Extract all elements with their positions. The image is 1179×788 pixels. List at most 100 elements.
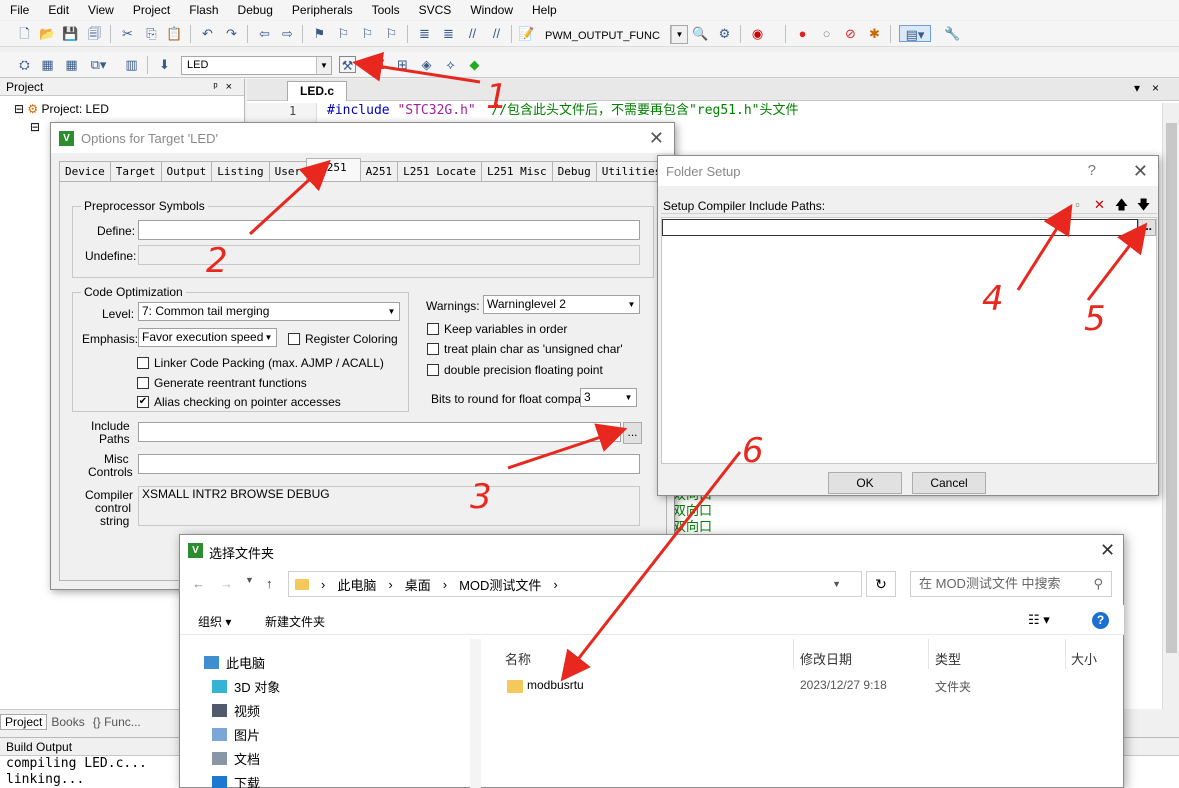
menu-flash[interactable]: Flash [179,0,227,20]
tab-a251[interactable]: A251 [359,161,399,181]
double-precision-checkbox[interactable]: double precision floating point [427,363,603,377]
find-icon[interactable]: 🔍 [692,25,709,42]
nav-item-videos[interactable]: 视频 [212,701,260,720]
column-divider[interactable] [928,639,929,669]
nav-item-downloads[interactable]: 下载 [212,773,260,788]
breadcrumb-this-pc[interactable]: 此电脑 [337,575,376,594]
misc-controls-input[interactable] [138,454,640,474]
breakpoint-icon[interactable]: ● [794,25,811,42]
menu-debug[interactable]: Debug [228,0,282,20]
tab-books[interactable]: Books [47,715,88,729]
bookmark-icon[interactable]: ⚑ [311,25,328,42]
editor-tab-led-c[interactable]: LED.c [287,81,348,101]
tab-l251-misc[interactable]: L251 Misc [480,161,553,181]
target-select[interactable]: LED ▼ [181,56,332,75]
breadcrumb-desktop[interactable]: 桌面 [405,575,431,594]
configure-icon[interactable]: 🔧 [944,25,961,42]
translate-icon[interactable]: ⛭ [16,56,33,73]
close-icon[interactable]: ✕ [649,128,664,149]
search-input[interactable]: 在 MOD测试文件 中搜索 ⚲ [910,571,1112,597]
nav-item-documents[interactable]: 文档 [212,749,260,768]
column-name[interactable]: 名称 [505,649,531,668]
column-type[interactable]: 类型 [935,649,961,668]
check-icon[interactable]: ✔ [137,396,149,408]
bookmark-clear-icon[interactable]: ⚐ [383,25,400,42]
scroll-thumb[interactable] [1166,123,1177,653]
include-paths-browse-button[interactable]: ... [623,422,642,444]
tab-functions[interactable]: {} Func... [89,715,145,729]
close-icon[interactable]: ✕ [1133,161,1148,182]
undo-icon[interactable]: ↶ [199,25,216,42]
nav-forward-icon[interactable]: ⇨ [279,25,296,42]
copy-icon[interactable]: ⎘ [143,25,160,42]
menu-view[interactable]: View [78,0,123,20]
pane-controls[interactable]: ᵖ× [213,79,240,96]
nav-item-3d-objects[interactable]: 3D 对象 [212,677,280,696]
breakpoint-disable-icon[interactable]: ○ [818,25,835,42]
new-folder-icon[interactable]: ▫ [1069,196,1086,213]
close-icon[interactable]: ✕ [1100,540,1115,561]
checkbox-box[interactable] [137,357,149,369]
include-path-edit-field[interactable] [662,219,1138,236]
emphasis-select[interactable]: Favor execution speed ▼ [138,328,277,347]
menu-project[interactable]: Project [123,0,179,20]
unindent-icon[interactable]: ≣ [440,25,457,42]
checkbox-box[interactable] [137,377,149,389]
tab-debug[interactable]: Debug [551,161,597,181]
menu-file[interactable]: File [0,0,38,20]
menu-edit[interactable]: Edit [38,0,78,20]
find-combo-dropdown[interactable]: ▼ [670,25,688,44]
move-down-icon[interactable]: 🡇 [1135,196,1152,213]
menu-tools[interactable]: Tools [362,0,409,20]
column-divider[interactable] [1065,639,1066,669]
editor-tab-controls[interactable]: ▾× [1134,81,1171,95]
code-line-1[interactable]: #include "STC32G.h" //包含此头文件后，不需要再包含"reg… [327,103,798,119]
move-up-icon[interactable]: 🡅 [1113,196,1130,213]
manage-components-icon[interactable]: ♜ [372,56,389,73]
column-date[interactable]: 修改日期 [800,649,852,668]
new-folder-button[interactable]: 新建文件夹 [265,613,325,630]
tab-user[interactable]: User [268,161,308,181]
nav-scrollbar[interactable] [470,639,481,788]
file-row-modbusrtu[interactable]: modbusrtu 2023/12/27 9:18 文件夹 [505,677,1105,697]
debug-start-icon[interactable]: ◉ [749,25,766,42]
menu-peripherals[interactable]: Peripherals [282,0,362,20]
cancel-button[interactable]: Cancel [912,472,986,494]
forward-icon[interactable]: → [220,576,233,591]
select-packs-icon[interactable]: ◈ [418,56,435,73]
chevron-down-icon[interactable]: ▼ [832,579,841,589]
tab-l251-locate[interactable]: L251 Locate [397,161,482,181]
tab-target[interactable]: Target [109,161,162,181]
batch-build-icon[interactable]: ⧉▾ [90,56,107,73]
help-icon[interactable]: ? [1092,612,1109,629]
rebuild-icon[interactable]: ▦ [63,56,80,73]
delete-icon[interactable]: ✕ [1091,196,1108,213]
save-all-icon[interactable]: 🗐 [86,25,103,42]
define-input[interactable] [138,220,640,240]
nav-item-pictures[interactable]: 图片 [212,725,260,744]
indent-icon[interactable]: ≣ [416,25,433,42]
warnings-select[interactable]: Warninglevel 2 ▼ [483,295,640,314]
organize-button[interactable]: 组织 ▾ [198,613,231,630]
stop-build-icon[interactable]: ▥ [123,56,140,73]
plain-char-checkbox[interactable]: treat plain char as 'unsigned char' [427,342,623,356]
include-paths-list[interactable]: ... [661,217,1157,464]
options-for-target-icon[interactable]: ⚒ [339,56,356,73]
manage-env-icon[interactable]: ⊞ [394,56,411,73]
include-paths-input[interactable] [138,422,621,442]
new-file-icon[interactable]: 🗋 [16,25,33,42]
breakpoint-disable-all-icon[interactable]: ⊘ [842,25,859,42]
column-divider[interactable] [793,639,794,669]
chevron-down-icon[interactable]: ▼ [245,575,254,585]
checkbox-box[interactable] [427,364,439,376]
breadcrumb-mod-folder[interactable]: MOD测试文件 [459,575,541,594]
include-path-browse-button[interactable]: ... [1138,219,1156,236]
checkbox-box[interactable] [427,323,439,335]
tab-output[interactable]: Output [160,161,213,181]
help-icon[interactable]: ? [1088,162,1096,179]
expand-icon[interactable]: ⊟ [30,120,40,134]
window-layout-icon[interactable]: ▤▾ [899,25,931,42]
column-size[interactable]: 大小 [1071,649,1097,668]
checkbox-box[interactable] [288,333,300,345]
run-env-icon[interactable]: ◆ [466,56,483,73]
